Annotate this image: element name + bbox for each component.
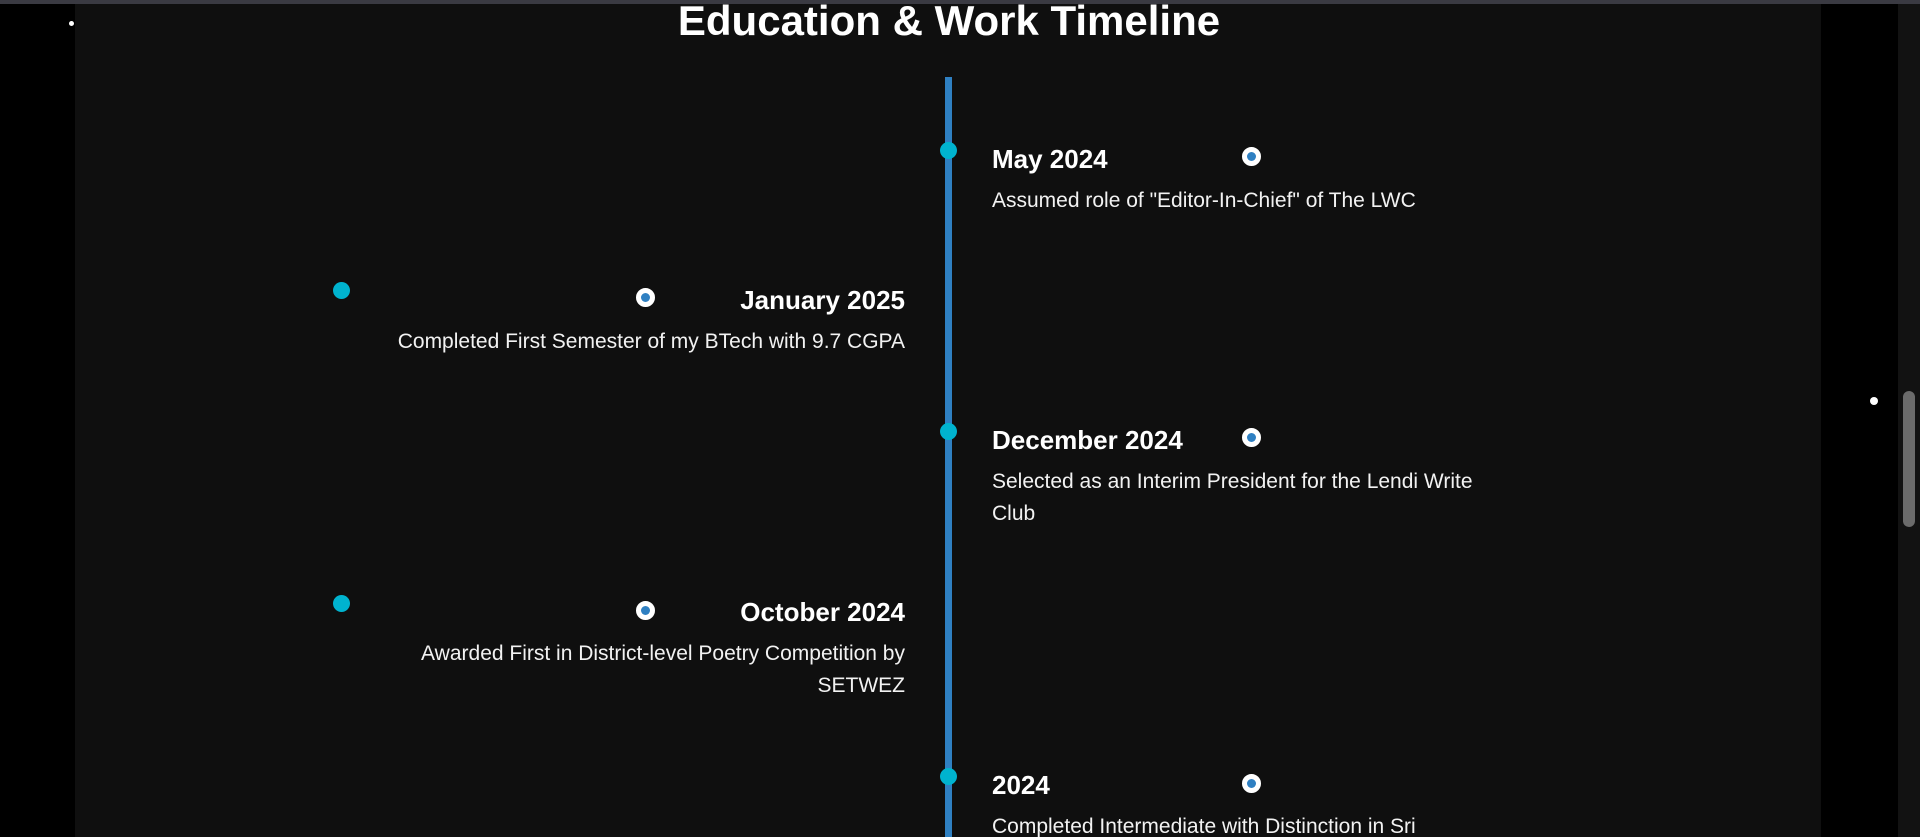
entry-date: May 2024 — [992, 144, 1108, 174]
timeline-dot — [333, 595, 350, 612]
entry-date: January 2025 — [740, 285, 905, 315]
timeline-dot — [940, 142, 957, 159]
side-nav-dot[interactable] — [1870, 397, 1878, 405]
app-window: Education & Work Timeline May 2024 Assum… — [0, 0, 1920, 837]
timeline-entry: December 2024 Selected as an Interim Pre… — [992, 423, 1512, 530]
entry-description: Completed First Semester of my BTech wit… — [397, 330, 905, 353]
timeline-dot — [940, 768, 957, 785]
entry-description: Completed Intermediate with Distinction … — [992, 815, 1416, 837]
entry-date: December 2024 — [992, 425, 1183, 455]
entry-date: 2024 — [992, 770, 1050, 800]
entry-description: Selected as an Interim President for the… — [992, 470, 1473, 525]
timeline-entry: October 2024 Awarded First in District-l… — [390, 595, 905, 702]
scrollbar-thumb[interactable] — [1903, 391, 1915, 527]
page-title: Education & Work Timeline — [677, 0, 1221, 44]
entry-description: Awarded First in District-level Poetry C… — [421, 642, 905, 697]
timeline-entry: May 2024 Assumed role of "Editor-In-Chie… — [992, 142, 1512, 217]
entry-description: Assumed role of "Editor-In-Chief" of The… — [992, 189, 1416, 212]
timeline-line — [945, 77, 952, 837]
timeline-entry: January 2025 Completed First Semester of… — [390, 283, 905, 358]
timeline-dot — [333, 282, 350, 299]
timeline-dot — [940, 423, 957, 440]
entry-date: October 2024 — [740, 597, 905, 627]
timeline-entry: 2024 Completed Intermediate with Distinc… — [992, 768, 1512, 837]
